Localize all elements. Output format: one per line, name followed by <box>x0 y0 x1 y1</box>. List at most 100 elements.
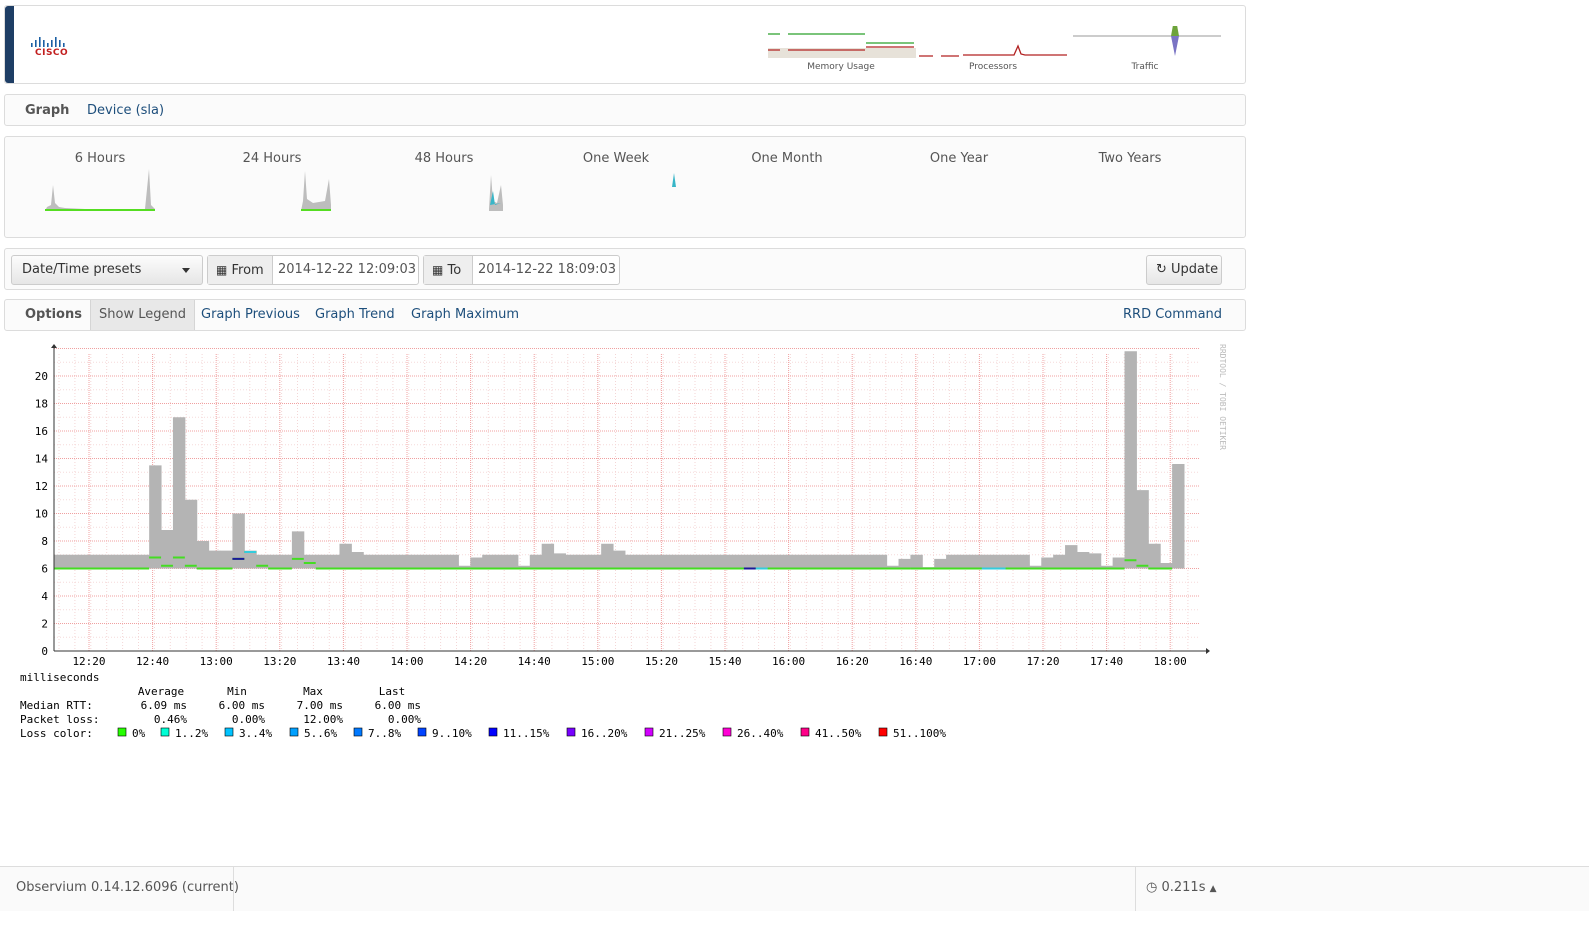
rtt-bar <box>291 531 305 569</box>
period-one-year[interactable]: One Year <box>889 151 1029 166</box>
rtt-bar <box>1136 490 1149 569</box>
thumbnail-24-hours[interactable] <box>301 165 335 213</box>
thumbnail-one-week[interactable] <box>671 165 679 213</box>
rtt-bar <box>636 554 650 569</box>
period-6-hours[interactable]: 6 Hours <box>30 151 170 166</box>
loss-color-swatch <box>353 727 363 737</box>
x-tick-label: 15:40 <box>708 655 741 668</box>
loss-color-label-item: 1..2% <box>175 727 208 740</box>
from-addon: ▦ From <box>208 256 273 284</box>
footer-divider <box>1135 867 1136 911</box>
rtt-bar <box>1017 554 1030 569</box>
rtt-bar <box>553 553 566 569</box>
graph-axes <box>51 344 1210 654</box>
rtt-bar <box>232 513 245 569</box>
loss-color-label-item: 0% <box>132 727 146 740</box>
rtt-bar <box>351 552 364 569</box>
y-tick-label: 16 <box>35 425 48 438</box>
period-two-years[interactable]: Two Years <box>1060 151 1200 166</box>
rtt-bar <box>660 554 674 569</box>
loss-color-swatch <box>488 727 498 737</box>
rtt-bar <box>77 554 91 569</box>
rtt-bar <box>482 554 495 569</box>
calendar-icon: ▦ <box>432 263 444 277</box>
x-tick-label: 15:00 <box>581 655 614 668</box>
clock-icon: ◷ <box>1146 880 1158 895</box>
rrd-command-link[interactable]: RRD Command <box>1123 300 1222 330</box>
loss-color-swatch <box>722 727 732 737</box>
x-tick-label: 13:20 <box>263 655 296 668</box>
rtt-bar <box>65 554 79 569</box>
legend-value: 12.00% <box>303 713 343 726</box>
period-one-month[interactable]: One Month <box>717 151 857 166</box>
x-tick-label: 17:40 <box>1090 655 1123 668</box>
graph-previous-link[interactable]: Graph Previous <box>201 300 300 330</box>
timing-dropdown[interactable]: ◷ 0.211s ▲ <box>1146 880 1217 895</box>
rtt-bar <box>137 554 150 569</box>
legend-column-header: Min <box>227 685 247 698</box>
datetime-presets-dropdown[interactable]: Date/Time presets <box>11 255 203 285</box>
tab-graph[interactable]: Graph <box>25 103 69 118</box>
graph-maximum-link[interactable]: Graph Maximum <box>411 300 519 330</box>
sla-rtt-graph[interactable]: 0 2 4 6 8 10 12 14 16 18 20 12:20 12:40 13:00 13:20 13… <box>0 338 1240 748</box>
version-text[interactable]: Observium 0.14.12.6096 (current) <box>16 880 239 895</box>
period-48-hours[interactable]: 48 Hours <box>374 151 514 166</box>
rtt-bar <box>1088 553 1102 569</box>
legend-value: 0.00% <box>232 713 265 726</box>
show-legend-button[interactable]: Show Legend <box>90 300 195 330</box>
rtt-bar <box>613 550 626 569</box>
x-tick-label: 12:40 <box>136 655 169 668</box>
graph-trend-link[interactable]: Graph Trend <box>315 300 395 330</box>
thumbnail-6-hours[interactable] <box>45 165 159 213</box>
rtt-bar <box>398 554 412 569</box>
rtt-bar <box>54 554 67 569</box>
rtt-bar <box>410 554 424 569</box>
device-logo[interactable]: CISCO <box>29 36 71 66</box>
legend-row-label: Packet loss: <box>20 713 99 726</box>
thumbnail-48-hours[interactable] <box>489 165 507 213</box>
rtt-bar <box>565 554 578 569</box>
memory-usage-minigraph[interactable] <box>768 26 916 62</box>
legend-column-header: Last <box>379 685 406 698</box>
rtt-bar <box>981 554 995 569</box>
x-tick-label: 15:20 <box>645 655 678 668</box>
period-thumbnails: 6 Hours 24 Hours 48 Hours One Week One M… <box>4 136 1246 238</box>
period-one-week[interactable]: One Week <box>546 151 686 166</box>
rtt-bar <box>791 554 804 569</box>
rtt-bar <box>898 558 911 569</box>
x-tick-label: 16:40 <box>899 655 932 668</box>
rtt-bar <box>601 543 614 569</box>
to-date-input[interactable]: 2014-12-22 18:09:03 <box>472 256 616 284</box>
tab-device[interactable]: Device (sla) <box>87 103 164 118</box>
rtt-bar <box>172 417 186 569</box>
rtt-bar <box>89 554 103 569</box>
rtt-bar <box>874 554 888 569</box>
rtt-bar <box>125 554 138 569</box>
processors-minigraph[interactable] <box>919 26 1069 62</box>
logo-text: CISCO <box>35 48 69 58</box>
rtt-bar <box>184 499 198 569</box>
graph-legend: Average Min Max Last Median RTT: 6.09 ms 6.00 … <box>20 685 946 740</box>
rtt-bar <box>113 554 126 569</box>
y-tick-label: 10 <box>35 508 48 521</box>
processors-label: Processors <box>968 62 1018 72</box>
rtt-bar <box>208 550 222 569</box>
rtt-bar <box>1148 543 1161 569</box>
loss-color-swatch <box>417 727 427 737</box>
loss-color-swatch <box>160 727 170 737</box>
loss-color-label-item: 9..10% <box>432 727 472 740</box>
rtt-bar <box>363 554 376 569</box>
x-tick-label: 14:40 <box>518 655 551 668</box>
memory-usage-label: Memory Usage <box>807 62 875 72</box>
to-label: To <box>447 263 462 278</box>
period-24-hours[interactable]: 24 Hours <box>202 151 342 166</box>
rtt-bar <box>839 554 852 569</box>
update-button[interactable]: ↻ Update <box>1146 255 1222 285</box>
chevron-down-icon <box>182 268 190 273</box>
from-date-input[interactable]: 2014-12-22 12:09:03 <box>272 256 416 284</box>
update-label: Update <box>1171 262 1219 277</box>
x-tick-label: 18:00 <box>1154 655 1187 668</box>
rtt-bar <box>767 554 781 569</box>
rtt-bar <box>339 543 352 569</box>
graph-tabs-bar: Graph Device (sla) <box>4 94 1246 126</box>
